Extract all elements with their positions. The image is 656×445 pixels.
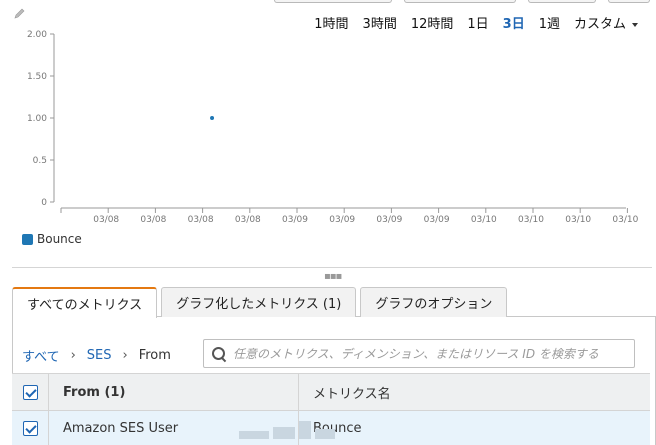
x-tick-label: 03/09 [282, 215, 308, 225]
row-checkbox[interactable] [22, 421, 38, 436]
y-tick-label: 1.50 [27, 72, 47, 82]
row-check-cell[interactable] [12, 411, 49, 445]
search-icon [212, 346, 226, 361]
select-all-checkbox[interactable] [22, 384, 38, 400]
x-axis: 03/08 03/08 03/08 03/08 03/09 03/09 03/09 03/09… [60, 207, 639, 225]
y-tick-label: 2.00 [27, 30, 47, 40]
tab-graphed-metrics[interactable]: グラフ化したメトリクス (1) [161, 287, 357, 317]
y-axis: 2.00 1.50 1.00 0.5 0 [27, 30, 55, 208]
breadcrumb-separator-icon: › [70, 348, 76, 363]
redacted-value [239, 419, 337, 441]
x-tick-label: 03/09 [376, 215, 402, 225]
breadcrumb-all[interactable]: すべて [22, 346, 60, 365]
x-tick-label: 03/10 [471, 215, 497, 225]
y-tick-label: 0 [41, 198, 47, 208]
x-tick-label: 03/10 [518, 215, 544, 225]
x-tick-label: 03/08 [140, 215, 166, 225]
legend-label-bounce: Bounce [37, 232, 82, 246]
metrics-table: From (1) メトリクス名 Amazon SES User Bounce [12, 373, 650, 445]
metric-search[interactable] [203, 339, 635, 368]
chart-legend[interactable]: Bounce [22, 232, 82, 246]
panel-divider [12, 267, 652, 268]
row-from-cell: Amazon SES User [49, 411, 335, 445]
tab-graph-options[interactable]: グラフのオプション [360, 287, 508, 317]
select-all-cell[interactable] [12, 374, 49, 410]
breadcrumb: すべて › SES › From [22, 346, 171, 365]
table-header: From (1) メトリクス名 [12, 373, 650, 411]
metric-tabs: すべてのメトリクス グラフ化したメトリクス (1) グラフのオプション [12, 287, 511, 318]
data-point-bounce[interactable] [210, 116, 215, 120]
search-input[interactable] [233, 346, 623, 361]
row-from-value: Amazon SES User [63, 421, 179, 436]
legend-swatch-bounce [22, 233, 33, 245]
table-row[interactable]: Amazon SES User Bounce [12, 411, 650, 445]
metric-chart: 2.001.501.000.50 03/08 03/08 03/08 03/08 03/… [27, 30, 639, 225]
tab-all-metrics[interactable]: すべてのメトリクス [12, 287, 158, 318]
resize-grip-icon[interactable]: ▪▪▪ [324, 272, 342, 282]
x-tick-label: 03/09 [424, 215, 450, 225]
column-header-from[interactable]: From (1) [49, 374, 299, 410]
y-tick-label: 0.5 [33, 156, 47, 166]
y-tick-label: 1.00 [27, 114, 47, 124]
data-points [210, 116, 215, 120]
breadcrumb-separator-icon: › [122, 348, 128, 363]
breadcrumb-ses[interactable]: SES [87, 348, 112, 363]
x-tick-label: 03/08 [93, 215, 119, 225]
x-tick-label: 03/08 [235, 215, 261, 225]
breadcrumb-current: From [138, 348, 171, 363]
row-metric-cell: Bounce [313, 421, 362, 436]
column-header-metric[interactable]: メトリクス名 [299, 374, 650, 410]
x-tick-label: 03/10 [565, 215, 591, 225]
x-tick-label: 03/09 [329, 215, 355, 225]
x-tick-label: 03/08 [188, 215, 214, 225]
x-tick-label: 03/10 [612, 215, 638, 225]
